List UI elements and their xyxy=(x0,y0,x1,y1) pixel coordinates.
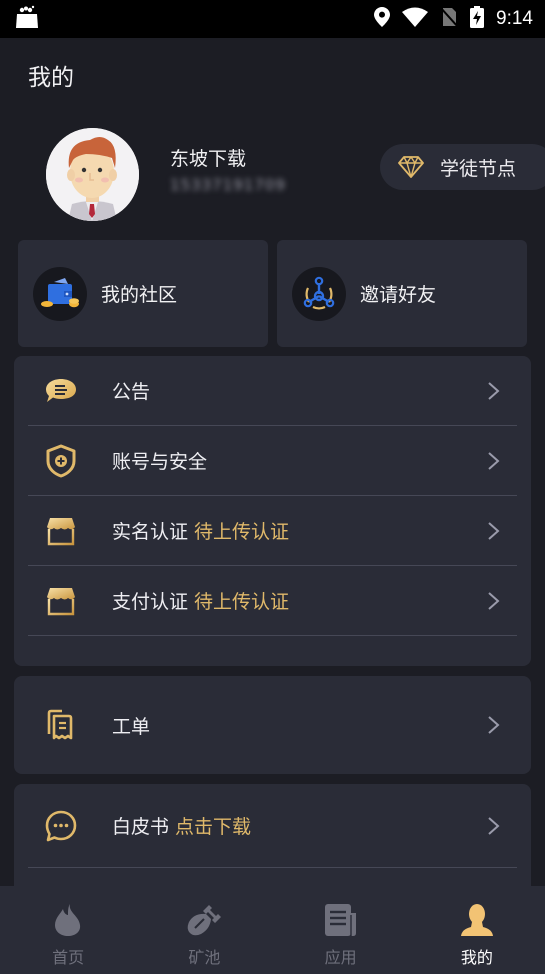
menu-item-account-security[interactable]: 账号与安全 xyxy=(28,426,517,496)
profile-header: 东坡下载 15337191709 学徒节点 xyxy=(0,128,545,223)
menu-item-tickets[interactable]: 工单 xyxy=(28,676,517,774)
menu-item-label: 公告 xyxy=(112,381,151,403)
ticket-documents-icon xyxy=(44,708,78,742)
menu-item-whitepaper[interactable]: 白皮书 点击下载 xyxy=(28,784,517,868)
tab-label: 矿池 xyxy=(188,948,221,967)
no-sim-icon xyxy=(439,6,459,31)
tab-label: 应用 xyxy=(324,948,357,967)
storefront-icon xyxy=(44,584,78,618)
tab-label: 我的 xyxy=(460,948,493,967)
chevron-right-icon xyxy=(488,521,500,540)
menu-item-real-name-verification[interactable]: 实名认证 待上传认证 xyxy=(28,496,517,566)
username: 东坡下载 xyxy=(170,148,247,170)
announcement-bubble-icon xyxy=(44,374,78,408)
tab-mining-pool[interactable]: 矿池 xyxy=(136,886,272,974)
menu-item-label: 支付认证 待上传认证 xyxy=(112,591,290,613)
wallet-icon xyxy=(41,277,79,307)
chat-dots-icon xyxy=(44,809,78,843)
location-icon xyxy=(374,7,391,31)
verification-status: 待上传认证 xyxy=(194,521,290,543)
storefront-icon xyxy=(44,514,78,548)
shield-plus-icon xyxy=(44,444,78,478)
invite-friends-button[interactable]: 邀请好友 xyxy=(277,240,527,347)
avatar-man-icon xyxy=(46,128,139,221)
tab-label: 首页 xyxy=(52,948,85,967)
chevron-right-icon xyxy=(488,381,500,400)
status-time: 9:14 xyxy=(496,8,533,29)
verification-status: 待上传认证 xyxy=(194,591,290,613)
profile-page: 我的 东坡下载 15337191709 学徒节点 我的社区 邀请好友 公告 账号… xyxy=(0,38,545,886)
invite-friends-label: 邀请好友 xyxy=(360,284,437,306)
wifi-icon xyxy=(402,7,429,31)
page-title: 我的 xyxy=(28,65,74,91)
chevron-right-icon xyxy=(488,451,500,470)
node-level-badge[interactable]: 学徒节点 xyxy=(380,144,545,190)
chevron-right-icon xyxy=(488,816,500,835)
menu-item-label: 白皮书 点击下载 xyxy=(112,816,252,838)
settings-group-2: 工单 xyxy=(14,676,531,774)
icon-circle xyxy=(33,266,87,321)
my-community-label: 我的社区 xyxy=(101,284,178,306)
download-link[interactable]: 点击下载 xyxy=(175,816,251,838)
tab-mine[interactable]: 我的 xyxy=(409,886,545,974)
settings-group-3: 白皮书 点击下载 xyxy=(14,784,531,886)
tab-home[interactable]: 首页 xyxy=(0,886,136,974)
diamond-icon xyxy=(398,156,424,178)
menu-item-payment-verification[interactable]: 支付认证 待上传认证 xyxy=(28,566,517,636)
menu-item-label: 账号与安全 xyxy=(112,451,208,473)
flame-icon xyxy=(48,900,88,940)
badge-label: 学徒节点 xyxy=(440,157,517,180)
news-icon xyxy=(321,900,361,940)
bottom-tab-bar: 首页 矿池 应用 我的 xyxy=(0,886,545,974)
chevron-right-icon xyxy=(488,716,500,734)
settings-group-1: 公告 账号与安全 实名认证 待上传认证 支付认证 待上传认证 xyxy=(14,356,531,666)
tab-apps[interactable]: 应用 xyxy=(273,886,409,974)
user-icon xyxy=(457,900,497,940)
phone-number: 15337191709 xyxy=(170,176,286,194)
notification-bag-icon xyxy=(14,4,40,34)
status-bar: 9:14 xyxy=(0,0,545,38)
battery-charging-icon xyxy=(470,6,485,32)
chevron-right-icon xyxy=(488,591,500,610)
icon-circle xyxy=(292,266,346,321)
avatar[interactable] xyxy=(46,128,139,221)
menu-item-label: 实名认证 待上传认证 xyxy=(112,521,290,543)
shovel-icon xyxy=(184,900,224,940)
menu-item-label: 工单 xyxy=(112,715,151,738)
my-community-button[interactable]: 我的社区 xyxy=(18,240,268,347)
network-share-icon xyxy=(303,276,335,309)
menu-item-announcement[interactable]: 公告 xyxy=(28,356,517,426)
